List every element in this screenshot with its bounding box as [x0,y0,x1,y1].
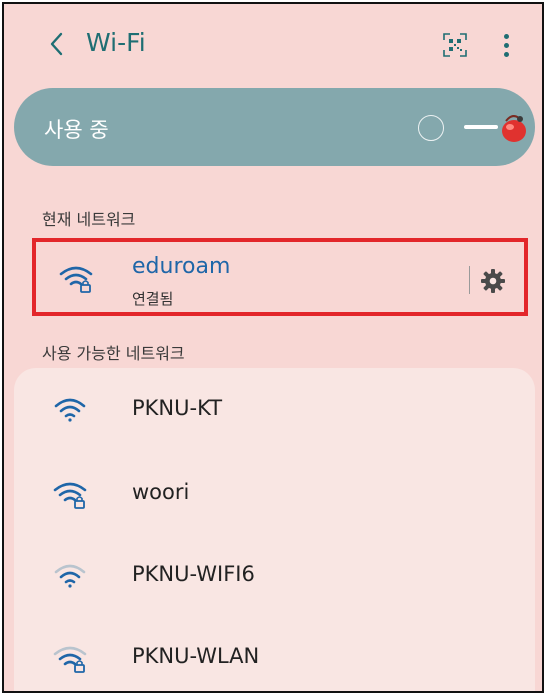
ring-icon [418,115,444,141]
current-network-row[interactable]: eduroam 연결됨 [32,238,528,316]
toggle-switch[interactable] [492,111,532,145]
app-header: Wi-Fi [4,4,542,84]
wifi-lock-icon [53,482,87,509]
list-item-network[interactable]: PKNU-WLAN [14,626,535,691]
master-switch-label: 사용 중 [44,118,109,142]
list-item-network[interactable]: woori [14,462,535,532]
network-settings-button[interactable] [476,264,510,298]
available-networks-heading: 사용 가능한 네트워크 [42,344,185,363]
network-name: woori [132,480,190,504]
wifi-master-switch-bar[interactable]: 사용 중 [14,88,535,166]
available-networks-list: PKNU-KT woori PKNU-WIFI6 PKNU-WLAN [14,368,535,691]
wifi-weak-icon [54,564,86,588]
back-button[interactable] [42,26,72,62]
wifi-lock-weak-icon [53,646,87,673]
qr-scan-button[interactable] [442,32,468,58]
wifi-icon [54,398,86,422]
gear-icon [481,269,505,293]
wifi-lock-icon [59,266,93,293]
network-name: PKNU-WIFI6 [132,562,255,586]
more-vertical-icon-dot [503,42,509,48]
list-item-network[interactable]: PKNU-KT [14,378,535,448]
current-network-status: 연결됨 [132,290,174,308]
list-item-network[interactable]: PKNU-WIFI6 [14,544,535,614]
wifi-settings-screen: Wi-Fi 사용 중 현재 네트워크 eduroam 연결됨 사용 가능한 네트… [2,2,544,693]
qr-code-scan-icon [443,33,467,57]
network-name: PKNU-KT [132,396,223,420]
more-vertical-icon-dot [503,33,509,39]
chevron-left-icon [50,32,63,56]
more-vertical-icon-dot [503,51,509,57]
page-title: Wi-Fi [86,28,146,57]
network-name: PKNU-WLAN [132,644,260,668]
row-divider [469,266,470,294]
current-network-heading: 현재 네트워크 [42,210,136,229]
more-options-button[interactable] [496,28,516,62]
current-network-name: eduroam [132,254,231,279]
